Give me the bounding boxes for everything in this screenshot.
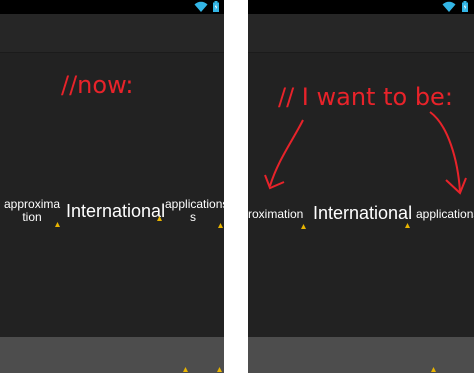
warning-icon (218, 223, 223, 228)
page-title-next[interactable]: applications (416, 208, 474, 221)
arrow-right-icon (429, 111, 467, 195)
warning-icon (431, 367, 436, 372)
action-bar (0, 14, 224, 53)
page-title-previous[interactable]: approxima tion (4, 198, 60, 224)
warning-icon (301, 224, 306, 229)
wifi-icon (194, 1, 208, 12)
warning-icon (217, 367, 222, 372)
warning-icon (157, 216, 162, 221)
phone-screen-now: //now: approxima tion International appl… (0, 0, 224, 373)
warning-icon (183, 367, 188, 372)
warning-icon (405, 223, 410, 228)
bottom-bar (0, 337, 224, 373)
page-title-next[interactable]: applications s (165, 197, 224, 224)
page-title-next-text: applications s (165, 197, 224, 224)
phone-screen-desired: // I want to be: roximation Internationa… (248, 0, 474, 373)
bottom-bar (248, 337, 474, 373)
status-bar (0, 0, 224, 14)
page-title-current[interactable]: International (66, 201, 165, 222)
battery-icon (213, 1, 219, 12)
warning-icon (55, 222, 60, 227)
annotation-now: //now: (61, 71, 134, 99)
page-title-current[interactable]: International (313, 203, 412, 224)
page-title-previous[interactable]: roximation (248, 208, 303, 221)
page-title-previous-text: approxima tion (4, 197, 61, 224)
